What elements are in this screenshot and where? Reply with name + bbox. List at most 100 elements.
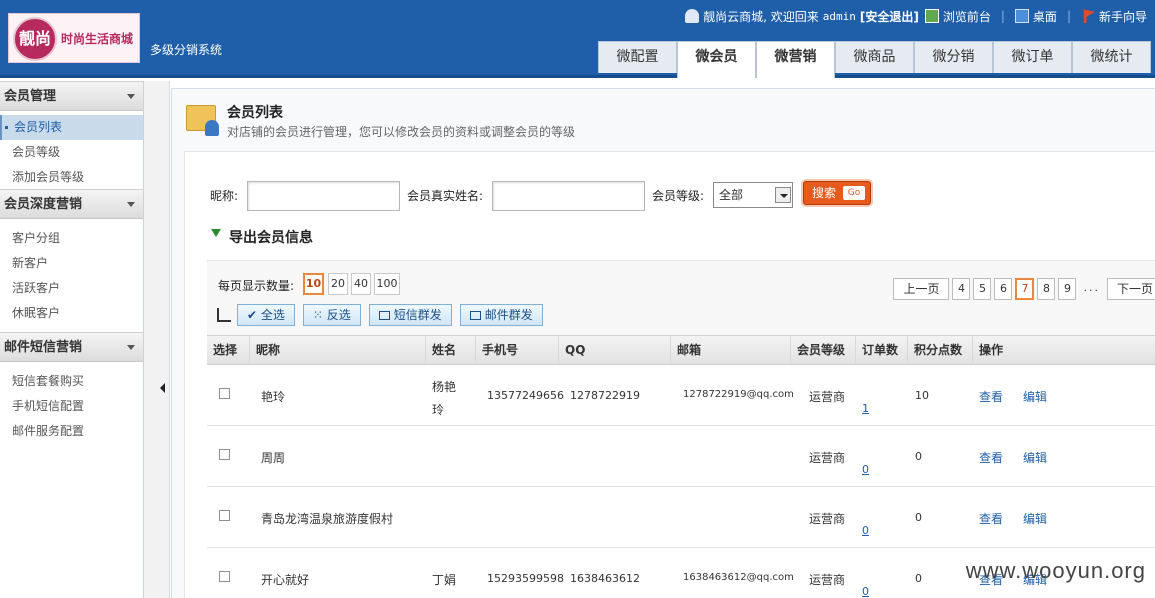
sidebar-item-active-customer[interactable]: 活跃客户 [0, 276, 143, 301]
row-realname: 杨艳玲 [432, 380, 457, 417]
nav-tab-product[interactable]: 微商品 [835, 41, 914, 73]
sms-mass-button[interactable]: 短信群发 [368, 304, 452, 326]
nickname-input[interactable] [247, 181, 400, 211]
row-view-link[interactable]: 查看 [979, 449, 1003, 466]
level-select[interactable]: 全部 [713, 182, 793, 208]
page-size-20[interactable]: 20 [328, 273, 348, 295]
row-qq: 1638463612 [570, 572, 640, 585]
page-size-10[interactable]: 10 [303, 273, 324, 295]
page-size-100[interactable]: 100 [374, 273, 400, 295]
collapse-arrow-icon[interactable] [160, 383, 165, 393]
chevron-down-icon [127, 345, 135, 350]
site-logo[interactable]: 靓尚 时尚生活商城 [8, 13, 140, 63]
sidebar-section-label: 会员深度营销 [4, 197, 83, 212]
envelope-icon [378, 311, 390, 320]
row-checkbox[interactable] [219, 510, 230, 521]
row-nickname: 艳玲 [261, 390, 286, 404]
sidebar-section-deep-marketing[interactable]: 会员深度营销 [0, 189, 143, 219]
sidebar-item-customer-group[interactable]: 客户分组 [0, 226, 143, 251]
invert-select-button[interactable]: ⁙ 反选 [302, 304, 361, 326]
page-5[interactable]: 5 [973, 278, 992, 300]
chevron-down-icon [127, 202, 135, 207]
row-nickname: 青岛龙湾温泉旅游度假村 [261, 512, 394, 526]
row-points: 10 [915, 389, 929, 402]
row-checkbox[interactable] [219, 388, 230, 399]
col-select: 选择 [207, 336, 250, 365]
row-checkbox[interactable] [219, 571, 230, 582]
row-level: 运营商 [809, 512, 846, 526]
next-page-button[interactable]: 下一页 [1106, 278, 1155, 300]
page-7-current[interactable]: 7 [1015, 278, 1035, 300]
user-icon [685, 9, 700, 23]
row-view-link[interactable]: 查看 [979, 388, 1003, 405]
row-nickname: 周周 [261, 451, 286, 465]
col-name: 姓名 [426, 336, 476, 365]
select-all-button[interactable]: ✔ 全选 [237, 304, 295, 326]
turn-arrow-icon [217, 308, 231, 322]
member-folder-icon [186, 105, 219, 136]
row-level: 运营商 [809, 573, 846, 587]
nav-tab-stats[interactable]: 微统计 [1072, 41, 1151, 73]
logo-text: 时尚生活商城 [61, 32, 134, 46]
dropdown-arrow-icon[interactable] [775, 187, 791, 203]
nav-tab-member[interactable]: 微会员 [677, 41, 756, 78]
row-level: 运营商 [809, 451, 846, 465]
select-all-label: 全选 [260, 308, 285, 322]
sidebar-item-sms-package[interactable]: 短信套餐购买 [0, 369, 143, 394]
row-orders-link[interactable]: 0 [862, 463, 869, 476]
row-view-link[interactable]: 查看 [979, 510, 1003, 527]
realname-input[interactable] [492, 181, 645, 211]
export-label: 导出会员信息 [229, 230, 313, 246]
page-size-40[interactable]: 40 [351, 273, 371, 295]
nav-tab-marketing[interactable]: 微营销 [756, 41, 835, 78]
sidebar-item-sms-config[interactable]: 手机短信配置 [0, 394, 143, 419]
page-4[interactable]: 4 [952, 278, 971, 300]
desktop-icon [1014, 9, 1029, 23]
col-qq: QQ [559, 336, 671, 365]
nav-tab-orders[interactable]: 微订单 [993, 41, 1072, 73]
row-orders-link[interactable]: 0 [862, 524, 869, 537]
browse-front-link[interactable]: 浏览前台 [943, 8, 991, 25]
search-button[interactable]: 搜索 Go [803, 181, 871, 205]
sidebar-item-member-list[interactable]: 会员列表 [0, 115, 143, 140]
col-actions: 操作 [979, 343, 1004, 357]
envelope-icon [469, 311, 481, 320]
desktop-link[interactable]: 桌面 [1033, 8, 1057, 25]
top-header: 靓尚 时尚生活商城 多级分销系统 靓尚云商城, 欢迎回来 admin [安全退出… [0, 0, 1155, 78]
sidebar-section-label: 邮件短信营销 [4, 340, 83, 355]
row-edit-link[interactable]: 编辑 [1023, 510, 1047, 527]
export-member-link[interactable]: 导出会员信息 [211, 227, 313, 247]
row-level: 运营商 [809, 390, 846, 404]
prev-page-button[interactable]: 上一页 [893, 278, 950, 300]
sidebar-item-add-level[interactable]: 添加会员等级 [0, 165, 143, 190]
invert-select-label: 反选 [326, 308, 351, 322]
system-name: 多级分销系统 [150, 43, 223, 57]
level-select-value: 全部 [719, 188, 744, 202]
logout-link[interactable]: [安全退出] [860, 8, 919, 25]
nav-tab-distribution[interactable]: 微分销 [914, 41, 993, 73]
page-8[interactable]: 8 [1037, 278, 1056, 300]
row-edit-link[interactable]: 编辑 [1023, 388, 1047, 405]
sidebar-item-mail-config[interactable]: 邮件服务配置 [0, 419, 143, 444]
table-row: 周周 运营商 0 0 查看 编辑 [207, 426, 1155, 487]
row-edit-link[interactable]: 编辑 [1023, 449, 1047, 466]
nav-tab-config[interactable]: 微配置 [598, 41, 677, 73]
row-orders-link[interactable]: 1 [862, 402, 869, 415]
page-9[interactable]: 9 [1058, 278, 1077, 300]
sidebar-item-member-level[interactable]: 会员等级 [0, 140, 143, 165]
sidebar-splitter[interactable] [144, 81, 170, 598]
row-orders-link[interactable]: 0 [862, 585, 869, 598]
sidebar-section-sms-email[interactable]: 邮件短信营销 [0, 332, 143, 362]
email-mass-button[interactable]: 邮件群发 [459, 304, 543, 326]
page-ellipsis: ... [1083, 281, 1100, 294]
page-6[interactable]: 6 [994, 278, 1013, 300]
col-points: 积分点数 [908, 336, 973, 365]
row-checkbox[interactable] [219, 449, 230, 460]
pagination: 上一页 4 5 6 7 8 9 ... 下一页 [890, 278, 1155, 300]
sidebar-item-new-customer[interactable]: 新客户 [0, 251, 143, 276]
sidebar-item-dormant-customer[interactable]: 休眠客户 [0, 301, 143, 326]
col-nickname: 昵称 [250, 336, 426, 365]
sidebar-section-member[interactable]: 会员管理 [0, 81, 143, 111]
main-content: 会员列表 对店铺的会员进行管理，您可以修改会员的资料或调整会员的等级 昵称: 会… [171, 88, 1155, 598]
guide-link[interactable]: 新手向导 [1099, 8, 1147, 25]
